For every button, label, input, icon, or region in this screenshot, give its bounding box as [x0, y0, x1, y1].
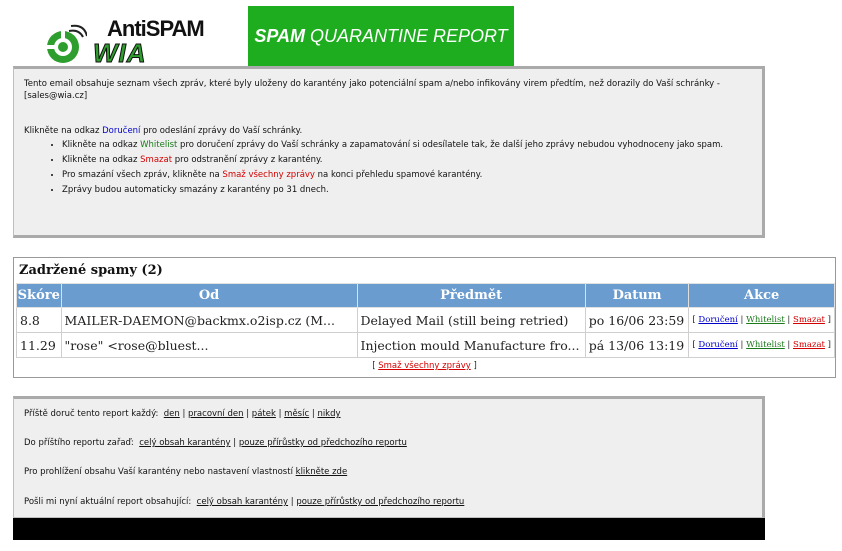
banner-rest: QUARANTINE REPORT: [309, 25, 508, 46]
intro-text: Tento email obsahuje seznam všech zpráv,…: [24, 79, 720, 101]
delete-keyword: Smazat: [140, 155, 173, 165]
send-now-label: Pošli mi nyní aktuální report obsahující…: [24, 497, 192, 507]
instruction-text: pro odstranění zprávy z karantény.: [174, 155, 323, 165]
deliver-instruction: Klikněte na odkaz Doručení pro odeslání …: [24, 125, 302, 137]
subject-cell: Delayed Mail (still being retried): [356, 307, 586, 333]
deliver-link[interactable]: Doručení: [698, 340, 737, 350]
list-item: Pro smazání všech zpráv, klikněte na Sma…: [62, 169, 752, 181]
delete-all-keyword: Smaž všechny zprávy: [222, 170, 315, 180]
send-new-link[interactable]: pouze přírůstky od předchozího reportu: [296, 497, 464, 507]
list-item: Klikněte na odkaz Smazat pro odstranění …: [62, 154, 752, 166]
delete-all-row: [ Smaž všechny zprávy ]: [372, 361, 477, 371]
spam-table-box: Zadržené spamy (2) Skóre Od Předmět Datu…: [13, 257, 836, 378]
instruction-text: pro odeslání zprávy do Vaší schránky.: [143, 126, 303, 136]
column-header-score: Skóre: [16, 283, 62, 308]
delete-all-link[interactable]: Smaž všechny zprávy: [378, 361, 471, 371]
view-row: Pro prohlížení obsahu Vaší karantény neb…: [24, 467, 347, 477]
spam-table: Skóre Od Předmět Datum Akce 8.8 MAILER-D…: [16, 283, 835, 358]
send-now-row: Pošli mi nyní aktuální report obsahující…: [24, 497, 465, 507]
table-title: Zadržené spamy (2): [19, 263, 163, 278]
banner-strong: SPAM: [254, 25, 305, 46]
instruction-text: Klikněte na odkaz: [24, 126, 100, 136]
table-row: 8.8 MAILER-DAEMON@backmx.o2isp.cz (M... …: [16, 307, 835, 333]
from-cell: MAILER-DAEMON@backmx.o2isp.cz (M...: [60, 307, 358, 333]
instruction-text: Klikněte na odkaz: [62, 155, 138, 165]
score-cell: 8.8: [16, 307, 62, 333]
column-header-subject: Předmět: [356, 283, 586, 308]
table-header-row: Skóre Od Předmět Datum Akce: [16, 283, 835, 308]
actions-cell: [ Doručení | Whitelist | Smazat ]: [688, 332, 835, 358]
table-row: 11.29 "rose" <rose@bluest... Injection m…: [16, 332, 835, 358]
list-item: Klikněte na odkaz Whitelist pro doručení…: [62, 139, 752, 151]
logo: AntiSPAM WIA: [13, 6, 248, 69]
report-banner: SPAM QUARANTINE REPORT: [248, 6, 514, 66]
whitelist-link[interactable]: Whitelist: [746, 340, 785, 350]
delete-link[interactable]: Smazat: [793, 340, 825, 350]
info-panel: Tento email obsahuje seznam všech zpráv,…: [13, 66, 765, 238]
settings-panel: Příště doruč tento report každý: den | p…: [13, 396, 765, 518]
frequency-row: Příště doruč tento report každý: den | p…: [24, 409, 341, 419]
footer-bar: [13, 518, 765, 540]
instruction-text: pro doručení zprávy do Vaší schránky a z…: [180, 140, 724, 150]
actions-cell: [ Doručení | Whitelist | Smazat ]: [688, 307, 835, 333]
frequency-never-link[interactable]: nikdy: [317, 409, 340, 419]
send-all-link[interactable]: celý obsah karantény: [197, 497, 288, 507]
instruction-text: na konci přehledu spamové karantény.: [317, 170, 483, 180]
wia-logo-icon: [45, 24, 87, 63]
include-row: Do příštího reportu zařaď: celý obsah ka…: [24, 438, 407, 448]
list-item: Zprávy budou automaticky smazány z karan…: [62, 184, 752, 196]
whitelist-link[interactable]: Whitelist: [746, 315, 785, 325]
instruction-text: Zprávy budou automaticky smazány z karan…: [62, 185, 329, 195]
frequency-workday-link[interactable]: pracovní den: [188, 409, 243, 419]
deliver-link[interactable]: Doručení: [698, 315, 737, 325]
frequency-label: Příště doruč tento report každý:: [24, 409, 159, 419]
instruction-text: Klikněte na odkaz: [62, 140, 138, 150]
include-new-link[interactable]: pouze přírůstky od předchozího reportu: [239, 438, 407, 448]
subject-cell: Injection mould Manufacture fro...: [356, 332, 586, 358]
frequency-day-link[interactable]: den: [164, 409, 180, 419]
from-cell: "rose" <rose@bluest...: [60, 332, 358, 358]
include-label: Do příštího reportu zařaď:: [24, 438, 134, 448]
frequency-friday-link[interactable]: pátek: [252, 409, 276, 419]
view-label: Pro prohlížení obsahu Vaší karantény neb…: [24, 467, 293, 477]
frequency-month-link[interactable]: měsíc: [284, 409, 309, 419]
date-cell: pá 13/06 13:19: [584, 332, 690, 358]
whitelist-keyword: Whitelist: [140, 140, 178, 150]
logo-wia-text: WIA: [93, 38, 147, 69]
include-all-link[interactable]: celý obsah karantény: [139, 438, 230, 448]
date-cell: po 16/06 23:59: [584, 307, 690, 333]
instruction-list: Klikněte na odkaz Whitelist pro doručení…: [24, 139, 752, 199]
column-header-date: Datum: [584, 283, 690, 308]
column-header-from: Od: [60, 283, 358, 308]
score-cell: 11.29: [16, 332, 62, 358]
click-here-link[interactable]: klikněte zde: [296, 467, 348, 477]
deliver-keyword: Doručení: [102, 126, 141, 136]
column-header-actions: Akce: [688, 283, 835, 308]
delete-link[interactable]: Smazat: [793, 315, 825, 325]
instruction-text: Pro smazání všech zpráv, klikněte na: [62, 170, 220, 180]
